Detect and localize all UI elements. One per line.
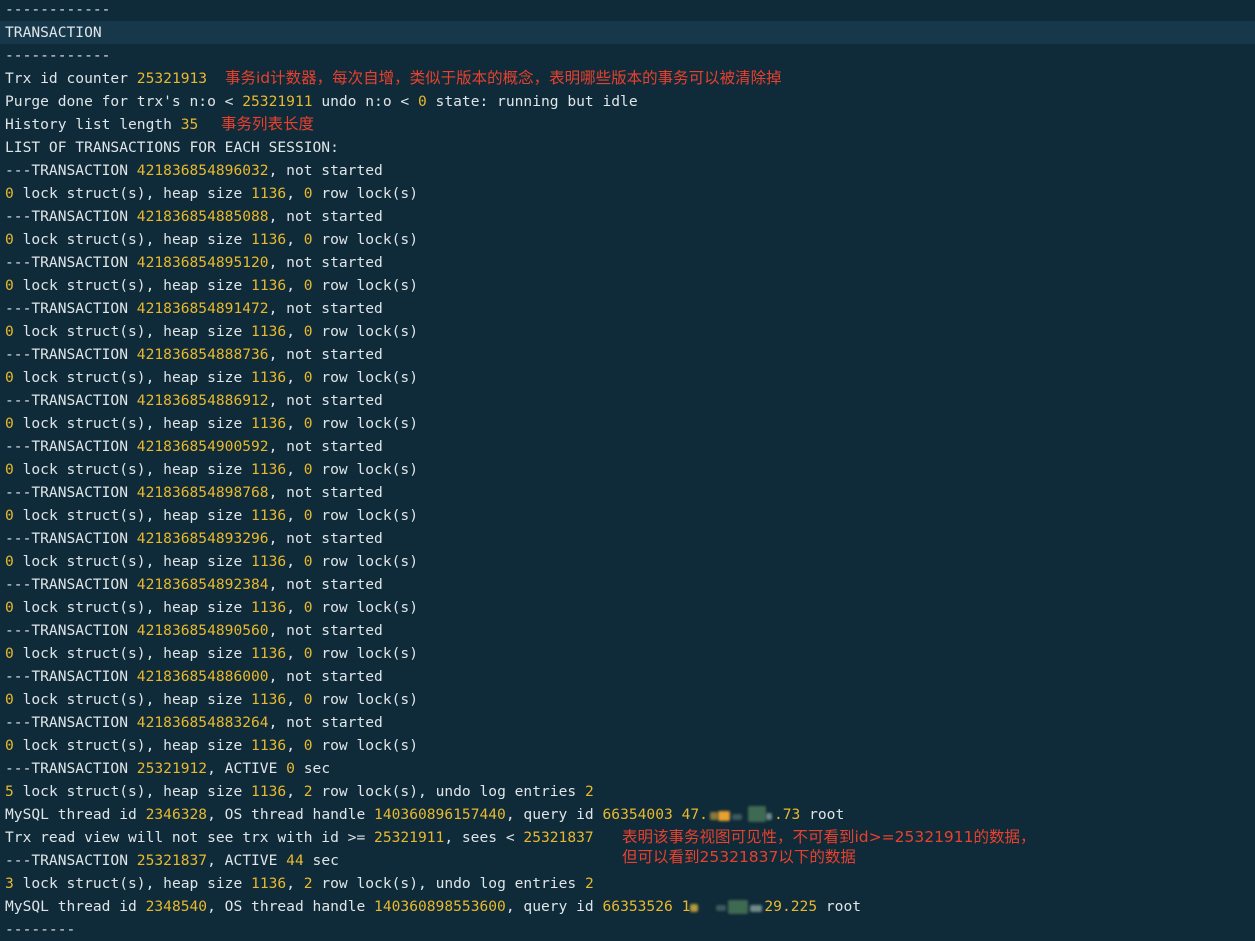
lock-struct-line: 0 lock struct(s), heap size 1136, 0 row … [5,231,418,248]
active-transaction-id: 25321837 [136,852,208,869]
trx-id-counter-line: Trx id counter 25321913 [5,70,208,87]
transaction-line: ---TRANSACTION 421836854896032, not star… [5,162,383,179]
separator-text: ------------ [5,1,111,18]
read-view-low-id: 25321837 [523,829,594,846]
transaction-line: ---TRANSACTION 421836854885088, not star… [5,208,383,225]
read-view-line: Trx read view will not see trx with id >… [5,829,594,846]
active-transaction-line: ---TRANSACTION 25321912, ACTIVE 0 sec [5,760,331,777]
purge-trx-value: 25321911 [242,93,313,110]
transaction-line: ---TRANSACTION 421836854898768, not star… [5,484,383,501]
transaction-id: 421836854886912 [136,392,269,409]
transaction-id: 421836854883264 [136,714,269,731]
lock-struct-line: 0 lock struct(s), heap size 1136, 0 row … [5,461,418,478]
redacted-ip-block [690,898,764,916]
lock-struct-line: 0 lock struct(s), heap size 1136, 0 row … [5,323,418,340]
transaction-line: ---TRANSACTION 421836854893296, not star… [5,530,383,547]
lock-struct-line: 0 lock struct(s), heap size 1136, 0 row … [5,415,418,432]
trx-id-counter-value: 25321913 [136,70,208,87]
transaction-line: ---TRANSACTION 421836854883264, not star… [5,714,383,731]
annotation-history-length: 事务列表长度 [221,115,315,133]
section-title: TRANSACTION [0,21,1255,44]
lock-struct-line: 0 lock struct(s), heap size 1136, 0 row … [5,277,418,294]
lock-struct-line: 0 lock struct(s), heap size 1136, 0 row … [5,691,418,708]
transaction-line: ---TRANSACTION 421836854895120, not star… [5,254,383,271]
history-list-line: History list length 35 [5,116,199,133]
transaction-id: 421836854888736 [136,346,269,363]
lock-struct-line: 0 lock struct(s), heap size 1136, 0 row … [5,645,418,662]
transaction-id: 421836854896032 [136,162,269,179]
lock-struct-line: 0 lock struct(s), heap size 1136, 0 row … [5,599,418,616]
redacted-ip-block [708,806,774,824]
active-seconds: 44 [286,852,304,869]
transaction-line: ---TRANSACTION 421836854892384, not star… [5,576,383,593]
annotation-trx-counter: 事务id计数器，每次自增，类似于版本的概念，表明哪些版本的事务可以被清除掉 [225,69,782,87]
history-list-value: 35 [180,116,199,133]
transaction-line: ---TRANSACTION 421836854886000, not star… [5,668,383,685]
transaction-id: 421836854895120 [136,254,269,271]
transaction-id: 421836854892384 [136,576,269,593]
transaction-id: 421836854898768 [136,484,269,501]
lock-struct-line: 0 lock struct(s), heap size 1136, 0 row … [5,507,418,524]
read-view-high-id: 25321911 [374,829,445,846]
active-transaction-id: 25321912 [136,760,208,777]
mysql-thread-line: MySQL thread id 2348540, OS thread handl… [5,898,862,916]
transaction-id: 421836854900592 [136,438,269,455]
lock-struct-line: 3 lock struct(s), heap size 1136, 2 row … [5,875,594,892]
lock-struct-line: 5 lock struct(s), heap size 1136, 2 row … [5,783,594,800]
separator-line: -------- [5,918,75,941]
transaction-id: 421836854891472 [136,300,269,317]
active-transaction-line: ---TRANSACTION 25321837, ACTIVE 44 sec [5,852,339,869]
lock-struct-line: 0 lock struct(s), heap size 1136, 0 row … [5,185,418,202]
separator-text: ------------ [5,47,111,64]
lock-struct-line: 0 lock struct(s), heap size 1136, 0 row … [5,369,418,386]
transaction-line: ---TRANSACTION 421836854890560, not star… [5,622,383,639]
transaction-id: 421836854890560 [136,622,269,639]
lock-struct-line: 0 lock struct(s), heap size 1136, 0 row … [5,737,418,754]
transaction-line: ---TRANSACTION 421836854891472, not star… [5,300,383,317]
separator-line: ------------ [5,44,110,67]
transaction-line: ---TRANSACTION 421836854886912, not star… [5,392,383,409]
separator-line: ------------ [5,0,110,21]
lock-struct-line: 0 lock struct(s), heap size 1136, 0 row … [5,553,418,570]
separator-text: -------- [5,921,76,938]
transaction-id: 421836854885088 [136,208,269,225]
transaction-line: ---TRANSACTION 421836854900592, not star… [5,438,383,455]
mysql-thread-line: MySQL thread id 2346328, OS thread handl… [5,806,845,824]
section-title-text: TRANSACTION [5,24,102,41]
purge-undo-value: 0 [417,93,427,110]
terminal-output: ------------ TRANSACTION ------------ Tr… [0,0,1255,938]
active-seconds: 0 [286,760,295,777]
purge-line: Purge done for trx's n:o < 25321911 undo… [5,93,638,110]
transaction-id: 421836854886000 [136,668,269,685]
annotation-read-view-2: 但可以看到25321837以下的数据 [622,848,856,866]
transaction-line: ---TRANSACTION 421836854888736, not star… [5,346,383,363]
transaction-id: 421836854893296 [136,530,269,547]
list-header-line: LIST OF TRANSACTIONS FOR EACH SESSION: [5,139,339,156]
